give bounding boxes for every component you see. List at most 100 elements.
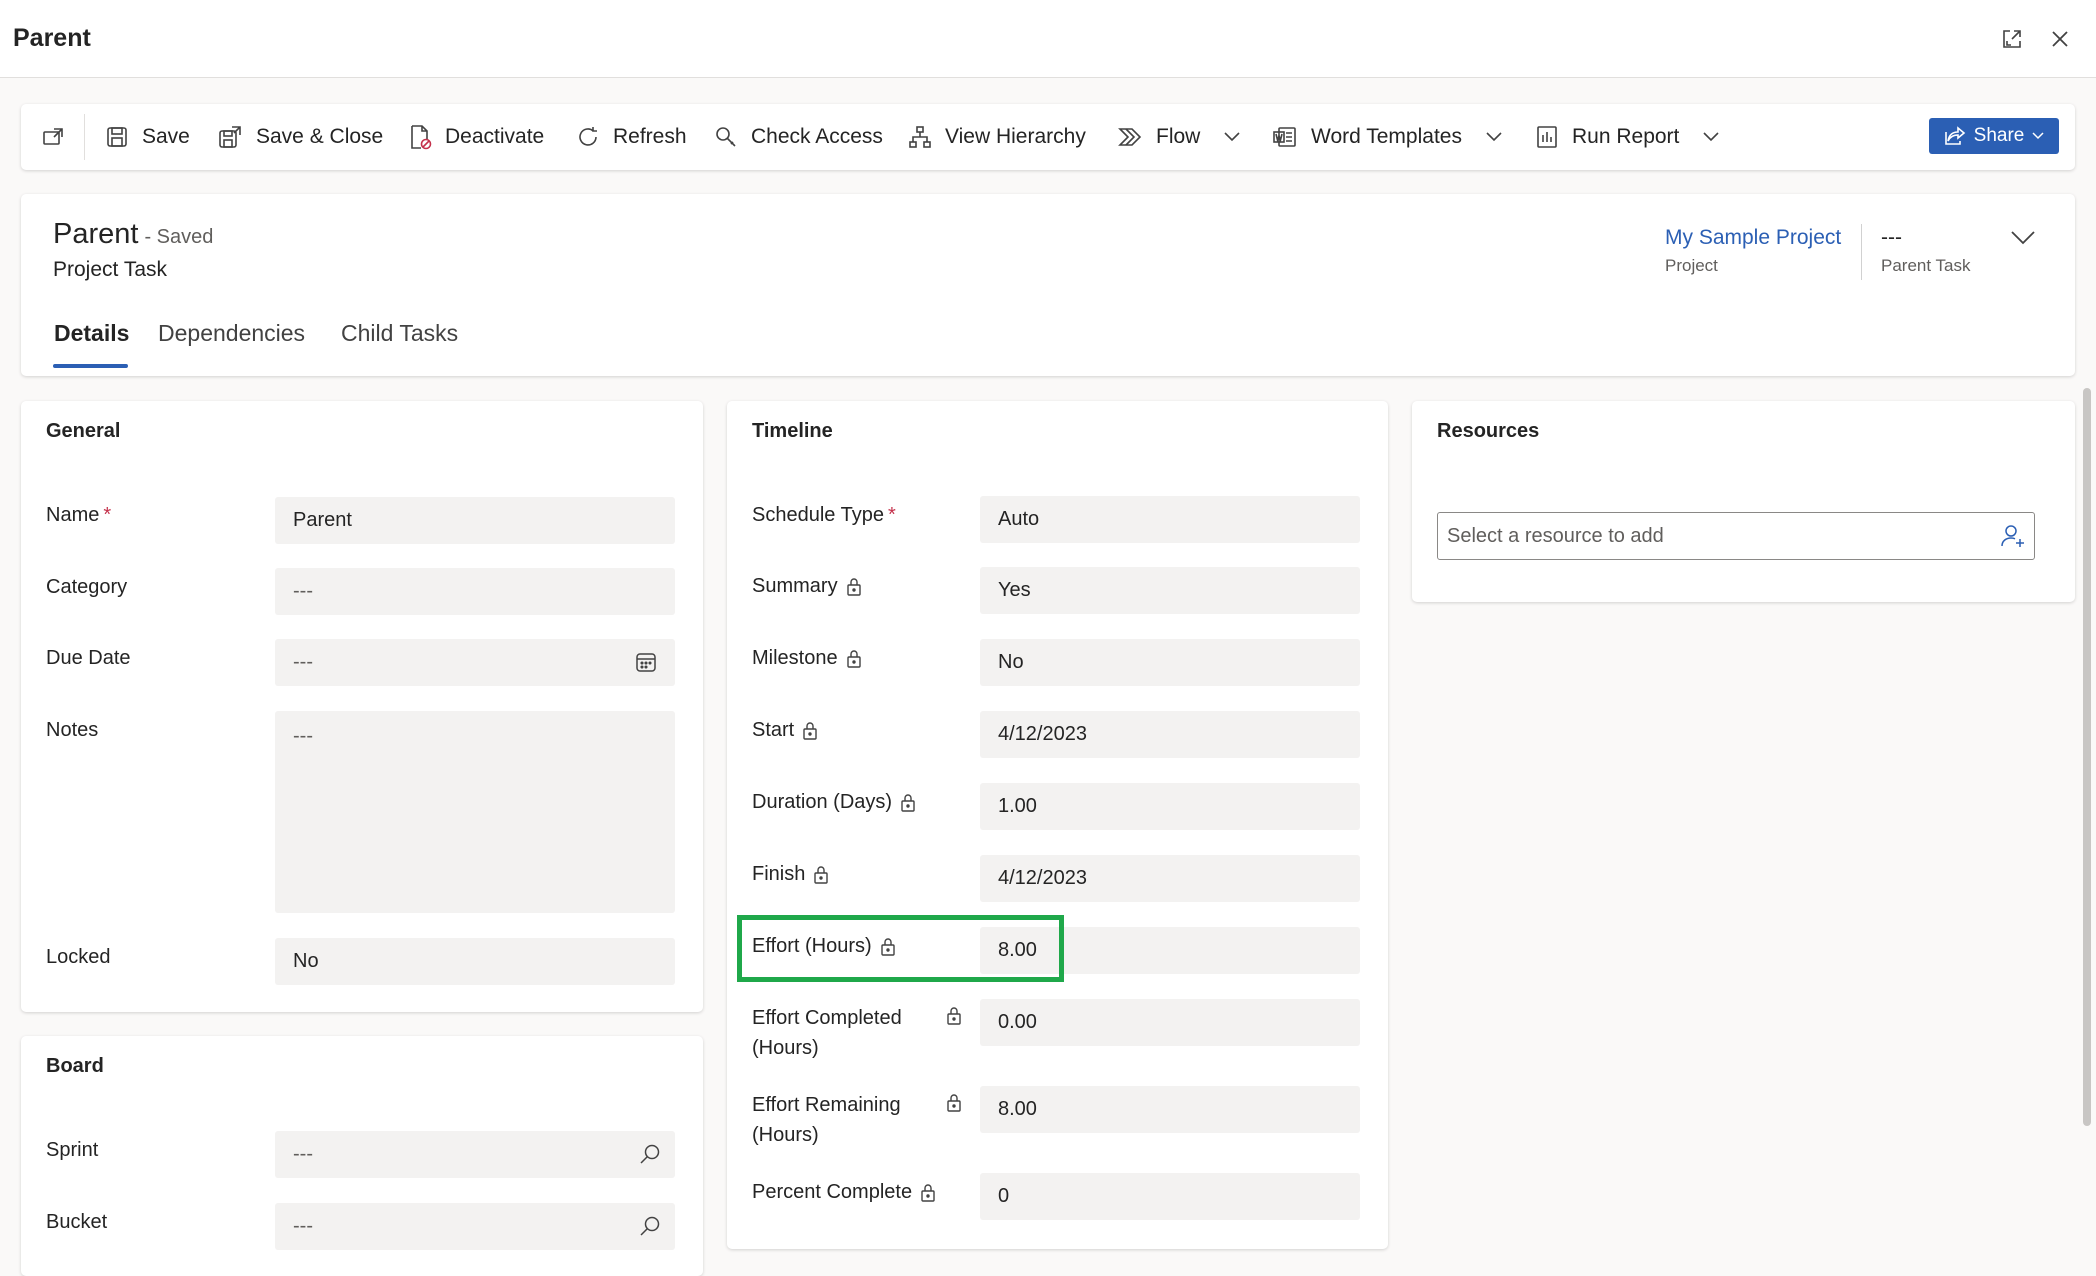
toolbar-separator — [84, 114, 85, 160]
category-field[interactable]: --- — [275, 568, 675, 615]
calendar-icon[interactable] — [635, 651, 657, 673]
report-icon — [1535, 125, 1559, 149]
word-templates-label: Word Templates — [1311, 125, 1462, 148]
general-title: General — [46, 420, 121, 442]
board-title: Board — [46, 1055, 104, 1077]
tab-details[interactable]: Details — [54, 320, 129, 347]
search-icon[interactable] — [639, 1215, 661, 1237]
parent-task-label: Parent Task — [1881, 256, 1971, 275]
resource-placeholder: Select a resource to add — [1447, 524, 1664, 547]
search-icon[interactable] — [639, 1143, 661, 1165]
locked-field[interactable]: No — [275, 938, 675, 985]
deactivate-icon — [408, 124, 432, 150]
share-button[interactable]: Share — [1929, 118, 2059, 154]
name-field[interactable]: Parent — [275, 497, 675, 544]
word-templates-icon — [1272, 125, 1298, 149]
name-label: Name * — [46, 504, 112, 526]
word-templates-button[interactable]: Word Templates — [1272, 104, 1503, 170]
add-person-icon[interactable] — [2000, 523, 2026, 549]
check-access-icon — [714, 125, 738, 149]
lock-icon — [920, 1184, 936, 1202]
save-close-label: Save & Close — [256, 125, 384, 148]
milestone-label: Milestone — [752, 643, 862, 673]
tab-dependencies[interactable]: Dependencies — [158, 320, 305, 347]
view-hierarchy-button[interactable]: View Hierarchy — [908, 104, 1086, 170]
run-report-button[interactable]: Run Report — [1535, 104, 1720, 170]
share-label: Share — [1973, 125, 2025, 146]
header-parent-task-field: --- Parent Task — [1881, 226, 1970, 276]
record-header: Parent - Saved Project Task My Sample Pro… — [21, 194, 2075, 376]
active-tab-indicator — [53, 364, 128, 368]
chevron-down-icon — [1223, 131, 1241, 143]
project-label: Project — [1665, 256, 1718, 275]
refresh-label: Refresh — [613, 125, 687, 148]
command-bar: Save Save & Close Deactivate Refresh Che… — [21, 104, 2075, 170]
title-bar: Parent — [0, 0, 2096, 78]
lock-icon — [880, 938, 896, 956]
finish-field[interactable]: 4/12/2023 — [980, 855, 1360, 902]
flow-label: Flow — [1156, 125, 1201, 148]
save-and-close-button[interactable]: Save & Close — [217, 104, 383, 170]
summary-field[interactable]: Yes — [980, 567, 1360, 614]
milestone-field[interactable]: No — [980, 639, 1360, 686]
save-label: Save — [142, 125, 190, 148]
header-expand-chevron-icon[interactable] — [2010, 230, 2036, 246]
start-field[interactable]: 4/12/2023 — [980, 711, 1360, 758]
effort-hours-field[interactable]: 8.00 — [980, 927, 1360, 974]
due-date-value: --- — [293, 651, 313, 673]
page-scrollbar[interactable] — [2083, 388, 2091, 1126]
save-icon — [105, 125, 129, 149]
bucket-label: Bucket — [46, 1211, 108, 1233]
locked-label: Locked — [46, 946, 111, 968]
duration-field[interactable]: 1.00 — [980, 783, 1360, 830]
project-link[interactable]: My Sample Project — [1665, 226, 1841, 250]
header-divider — [1861, 224, 1862, 280]
close-icon[interactable] — [2045, 24, 2075, 54]
open-in-new-window-button[interactable] — [41, 104, 65, 170]
schedule-type-field[interactable]: Auto — [980, 496, 1360, 543]
effort-completed-field[interactable]: 0.00 — [980, 999, 1360, 1046]
finish-label: Finish — [752, 859, 829, 889]
header-project-field: My Sample Project Project — [1665, 226, 1841, 276]
tab-child-tasks[interactable]: Child Tasks — [341, 320, 458, 347]
parent-task-value: --- — [1881, 226, 1902, 249]
check-access-button[interactable]: Check Access — [714, 104, 883, 170]
timeline-title: Timeline — [752, 420, 833, 442]
sprint-field[interactable]: --- — [275, 1131, 675, 1178]
chevron-down-icon — [1702, 131, 1720, 143]
lock-icon — [802, 722, 818, 740]
bucket-field[interactable]: --- — [275, 1203, 675, 1250]
bucket-value: --- — [293, 1215, 313, 1237]
effort-remaining-label: Effort Remaining (Hours) — [752, 1094, 901, 1146]
hierarchy-icon — [908, 125, 932, 149]
lock-icon — [946, 1007, 962, 1025]
resource-search-input[interactable]: Select a resource to add — [1437, 512, 2035, 560]
notes-field[interactable]: --- — [275, 711, 675, 913]
deactivate-button[interactable]: Deactivate — [408, 104, 544, 170]
share-icon — [1944, 126, 1966, 146]
record-title: Parent — [53, 218, 139, 250]
start-label: Start — [752, 715, 818, 745]
save-button[interactable]: Save — [105, 104, 190, 170]
open-new-window-icon — [41, 125, 65, 149]
effort-remaining-field[interactable]: 8.00 — [980, 1086, 1360, 1133]
run-report-label: Run Report — [1572, 125, 1680, 148]
due-date-field[interactable]: --- — [275, 639, 675, 686]
window-title: Parent — [13, 24, 91, 52]
refresh-button[interactable]: Refresh — [576, 104, 687, 170]
percent-complete-field[interactable]: 0 — [980, 1173, 1360, 1220]
timeline-section: Timeline Schedule Type * Auto Summary Yes… — [727, 401, 1388, 1249]
schedule-type-label: Schedule Type * — [752, 504, 896, 526]
sprint-value: --- — [293, 1143, 313, 1165]
record-status: - Saved — [144, 226, 214, 248]
refresh-icon — [576, 125, 600, 149]
board-section: Board Sprint --- Bucket --- — [21, 1036, 703, 1276]
record-entity: Project Task — [53, 258, 167, 281]
notes-label: Notes — [46, 719, 99, 741]
expand-icon[interactable] — [1997, 24, 2027, 54]
flow-icon — [1117, 125, 1143, 149]
save-close-icon — [217, 124, 243, 150]
check-access-label: Check Access — [751, 125, 883, 148]
view-hierarchy-label: View Hierarchy — [945, 125, 1086, 148]
flow-button[interactable]: Flow — [1117, 104, 1241, 170]
